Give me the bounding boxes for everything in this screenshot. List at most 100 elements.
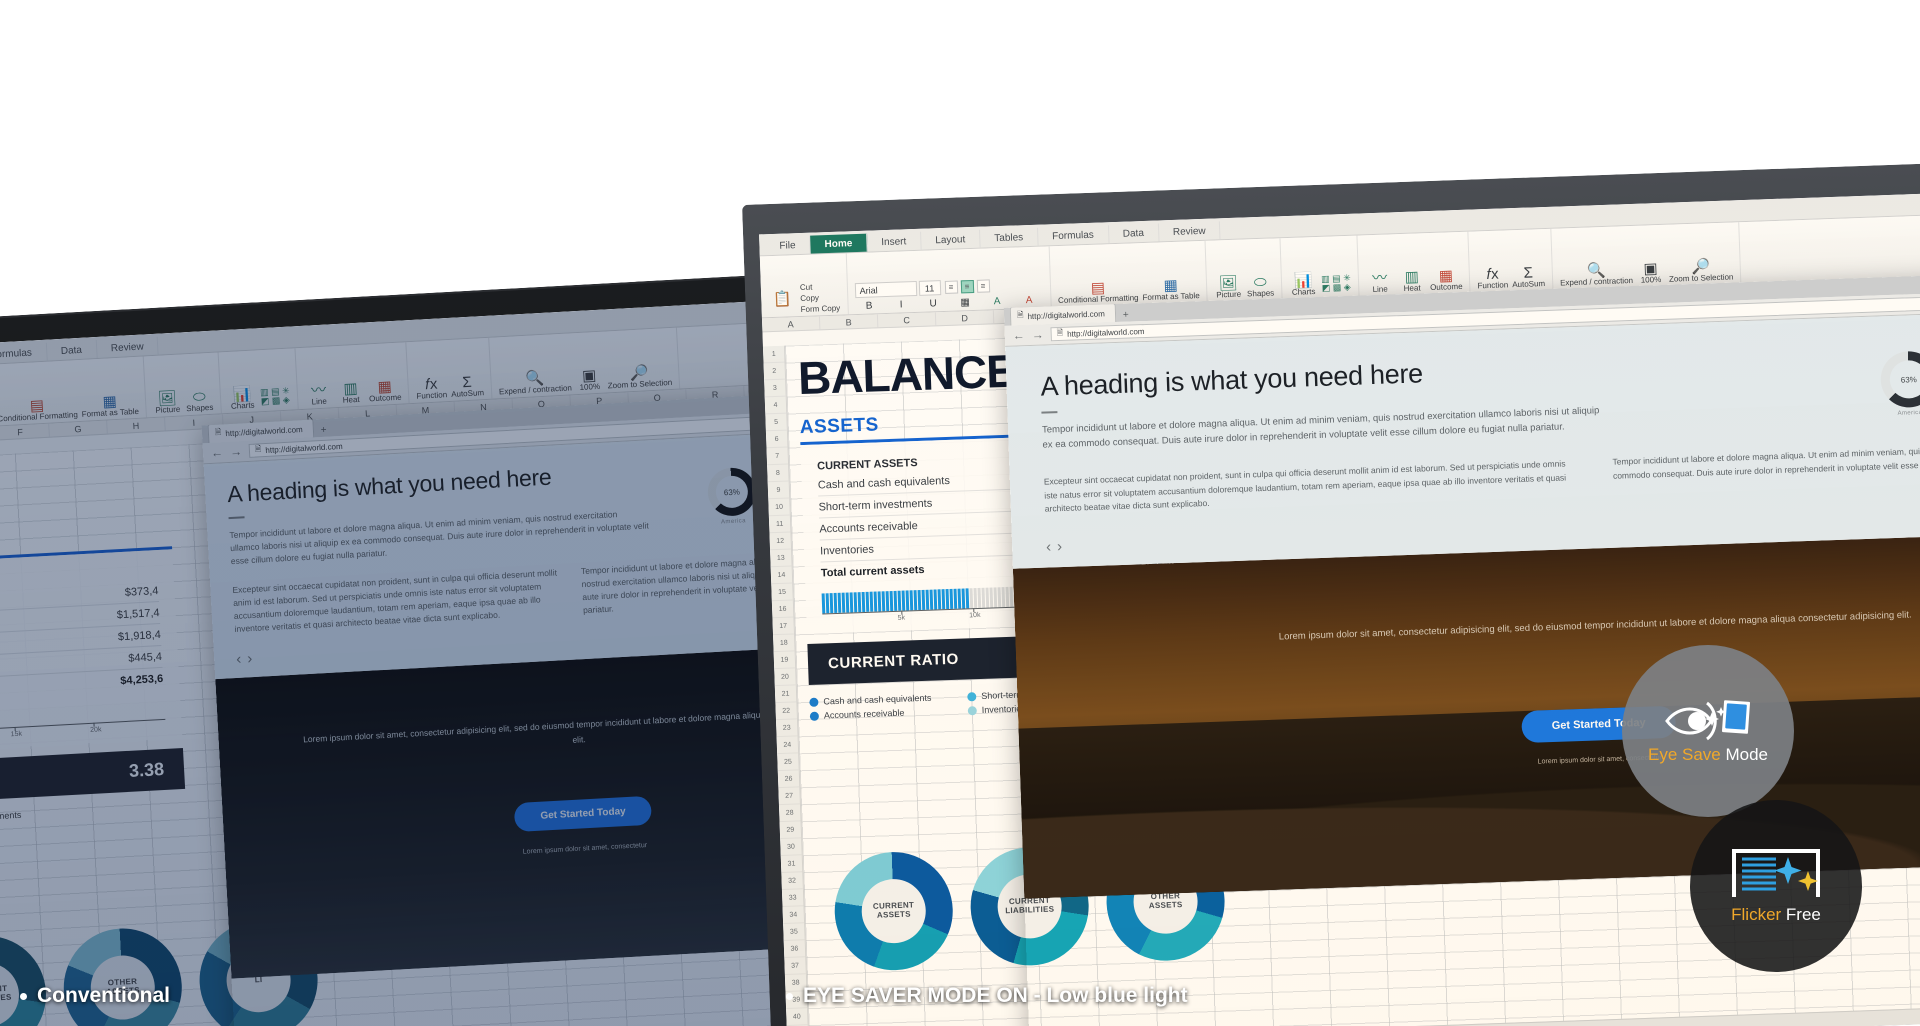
- row-header[interactable]: 31: [780, 855, 803, 874]
- back-icon[interactable]: ←: [1012, 328, 1024, 342]
- row-header[interactable]: 9: [767, 481, 790, 500]
- expand-contract-button[interactable]: 🔍 Expend / contraction: [498, 369, 572, 396]
- row-header[interactable]: 19: [773, 651, 796, 670]
- heat-chart-button[interactable]: ▥ Heat: [1397, 268, 1426, 293]
- tab-home[interactable]: Home: [810, 233, 868, 254]
- copy-button[interactable]: Copy: [800, 293, 840, 303]
- row-header[interactable]: 37: [784, 957, 806, 975]
- row-header[interactable]: 13: [770, 549, 792, 568]
- outcome-chart-button[interactable]: ▦ Outcome: [368, 378, 402, 403]
- row-header[interactable]: 22: [775, 702, 797, 721]
- row-header[interactable]: 4: [764, 396, 787, 415]
- zoom-to-selection-button[interactable]: 🔎 Zoom to Selection: [607, 364, 673, 391]
- browser-tab[interactable]: 🗎 http://digitalworld.com: [1009, 303, 1117, 326]
- row-header[interactable]: 10: [768, 498, 790, 517]
- row-header[interactable]: 6: [765, 430, 788, 449]
- shapes-button[interactable]: ⬭ Shapes: [1246, 273, 1275, 298]
- function-button[interactable]: 𝑓x Function: [1477, 265, 1508, 290]
- outcome-chart-button[interactable]: ▦ Outcome: [1429, 267, 1463, 293]
- row-header[interactable]: 14: [770, 566, 793, 585]
- row-header[interactable]: 5: [765, 413, 787, 432]
- prev-arrow-icon[interactable]: ‹: [1046, 538, 1058, 555]
- forward-icon[interactable]: →: [230, 444, 243, 459]
- cut-button[interactable]: Cut: [800, 282, 840, 292]
- row-header[interactable]: 20: [774, 668, 796, 687]
- zoom-to-selection-button[interactable]: 🔎 Zoom to Selection: [1668, 258, 1734, 284]
- tab-insert[interactable]: Insert: [866, 231, 922, 252]
- row-header[interactable]: 40: [786, 1008, 808, 1026]
- row-header[interactable]: 33: [781, 889, 804, 908]
- next-arrow-icon[interactable]: ›: [1057, 538, 1069, 555]
- row-header[interactable]: 32: [781, 872, 803, 891]
- col-h[interactable]: H: [107, 417, 166, 434]
- row-header[interactable]: 35: [783, 923, 805, 941]
- underline-button[interactable]: U: [919, 298, 947, 310]
- picture-button[interactable]: 🖼 Picture: [1214, 274, 1243, 299]
- font-color-button[interactable]: A: [1015, 295, 1043, 307]
- borders-button[interactable]: ▦: [951, 297, 979, 309]
- row-header[interactable]: 34: [782, 906, 805, 925]
- row-header[interactable]: 25: [777, 753, 799, 772]
- italic-button[interactable]: I: [887, 299, 915, 311]
- row-header[interactable]: 2: [763, 362, 786, 381]
- tab-data[interactable]: Data: [46, 340, 98, 361]
- format-as-table-button[interactable]: ▦ Format as Table: [1142, 276, 1200, 302]
- charts-button[interactable]: 📊 Charts: [228, 385, 257, 411]
- row-header[interactable]: 1: [762, 345, 785, 364]
- tab-tables[interactable]: Tables: [979, 227, 1039, 248]
- col-b[interactable]: B: [819, 314, 879, 330]
- conditional-formatting-button[interactable]: ▤ Conditional Formatting: [0, 396, 78, 424]
- format-painter-button[interactable]: Form Copy: [801, 304, 841, 314]
- paste-button[interactable]: 📋: [768, 290, 797, 308]
- col-d[interactable]: D: [935, 310, 995, 326]
- new-tab-button[interactable]: +: [1116, 308, 1136, 322]
- align-left-button[interactable]: ≡: [944, 280, 958, 294]
- back-icon[interactable]: ←: [211, 445, 224, 460]
- picture-button[interactable]: 🖼 Picture: [153, 389, 182, 415]
- forward-icon[interactable]: →: [1031, 328, 1043, 342]
- align-right-button[interactable]: ≡: [976, 279, 990, 293]
- row-header[interactable]: 15: [771, 583, 793, 602]
- row-header[interactable]: 27: [778, 787, 800, 806]
- row-header[interactable]: 23: [775, 719, 798, 738]
- row-header[interactable]: 36: [783, 940, 806, 958]
- autosum-button[interactable]: Σ AutoSum: [450, 373, 484, 399]
- tab-layout[interactable]: Layout: [920, 229, 981, 250]
- next-arrow-icon[interactable]: ›: [247, 650, 259, 668]
- chart-variants[interactable]: ▥ ▤ ✳ ◩ ▩ ◈: [260, 386, 291, 407]
- row-header[interactable]: 24: [776, 736, 799, 755]
- format-as-table-button[interactable]: ▦ Format as Table: [81, 392, 140, 419]
- col-f[interactable]: F: [0, 423, 50, 440]
- row-header[interactable]: 17: [772, 617, 795, 636]
- font-name-input[interactable]: Arial: [854, 280, 917, 299]
- charts-button[interactable]: 📊 Charts: [1289, 272, 1318, 297]
- row-header[interactable]: 16: [771, 600, 794, 619]
- row-header[interactable]: 11: [768, 515, 791, 534]
- row-header[interactable]: 7: [766, 447, 789, 466]
- conditional-formatting-button[interactable]: ▤ Conditional Formatting: [1057, 279, 1139, 305]
- row-header[interactable]: 26: [777, 770, 800, 789]
- font-size-input[interactable]: 11: [918, 280, 941, 296]
- tab-file[interactable]: File: [765, 235, 811, 256]
- expand-contract-button[interactable]: 🔍 Expend / contraction: [1559, 262, 1633, 288]
- row-header[interactable]: 21: [774, 685, 797, 704]
- zoom-100-button[interactable]: ▣ 100%: [575, 367, 604, 392]
- chart-variants[interactable]: ▥ ▤ ✳ ◩ ▩ ◈: [1321, 273, 1351, 294]
- tab-formulas[interactable]: Formulas: [1037, 225, 1110, 246]
- function-button[interactable]: 𝑓x Function: [416, 375, 448, 401]
- new-tab-button[interactable]: +: [313, 423, 334, 437]
- col-c[interactable]: C: [877, 312, 937, 328]
- autosum-button[interactable]: Σ AutoSum: [1512, 264, 1546, 290]
- row-header[interactable]: 30: [780, 838, 802, 857]
- zoom-100-button[interactable]: ▣ 100%: [1636, 260, 1665, 285]
- heat-chart-button[interactable]: ▥ Heat: [336, 380, 365, 405]
- line-chart-button[interactable]: 〰 Line: [304, 381, 333, 407]
- bold-button[interactable]: B: [855, 301, 883, 312]
- tab-data[interactable]: Data: [1108, 223, 1160, 244]
- fill-color-button[interactable]: A: [983, 296, 1011, 308]
- row-header[interactable]: 3: [764, 379, 786, 398]
- row-header[interactable]: 12: [769, 532, 792, 551]
- col-g[interactable]: G: [49, 420, 108, 437]
- shapes-button[interactable]: ⬭ Shapes: [185, 388, 214, 413]
- line-chart-button[interactable]: 〰 Line: [1366, 269, 1395, 294]
